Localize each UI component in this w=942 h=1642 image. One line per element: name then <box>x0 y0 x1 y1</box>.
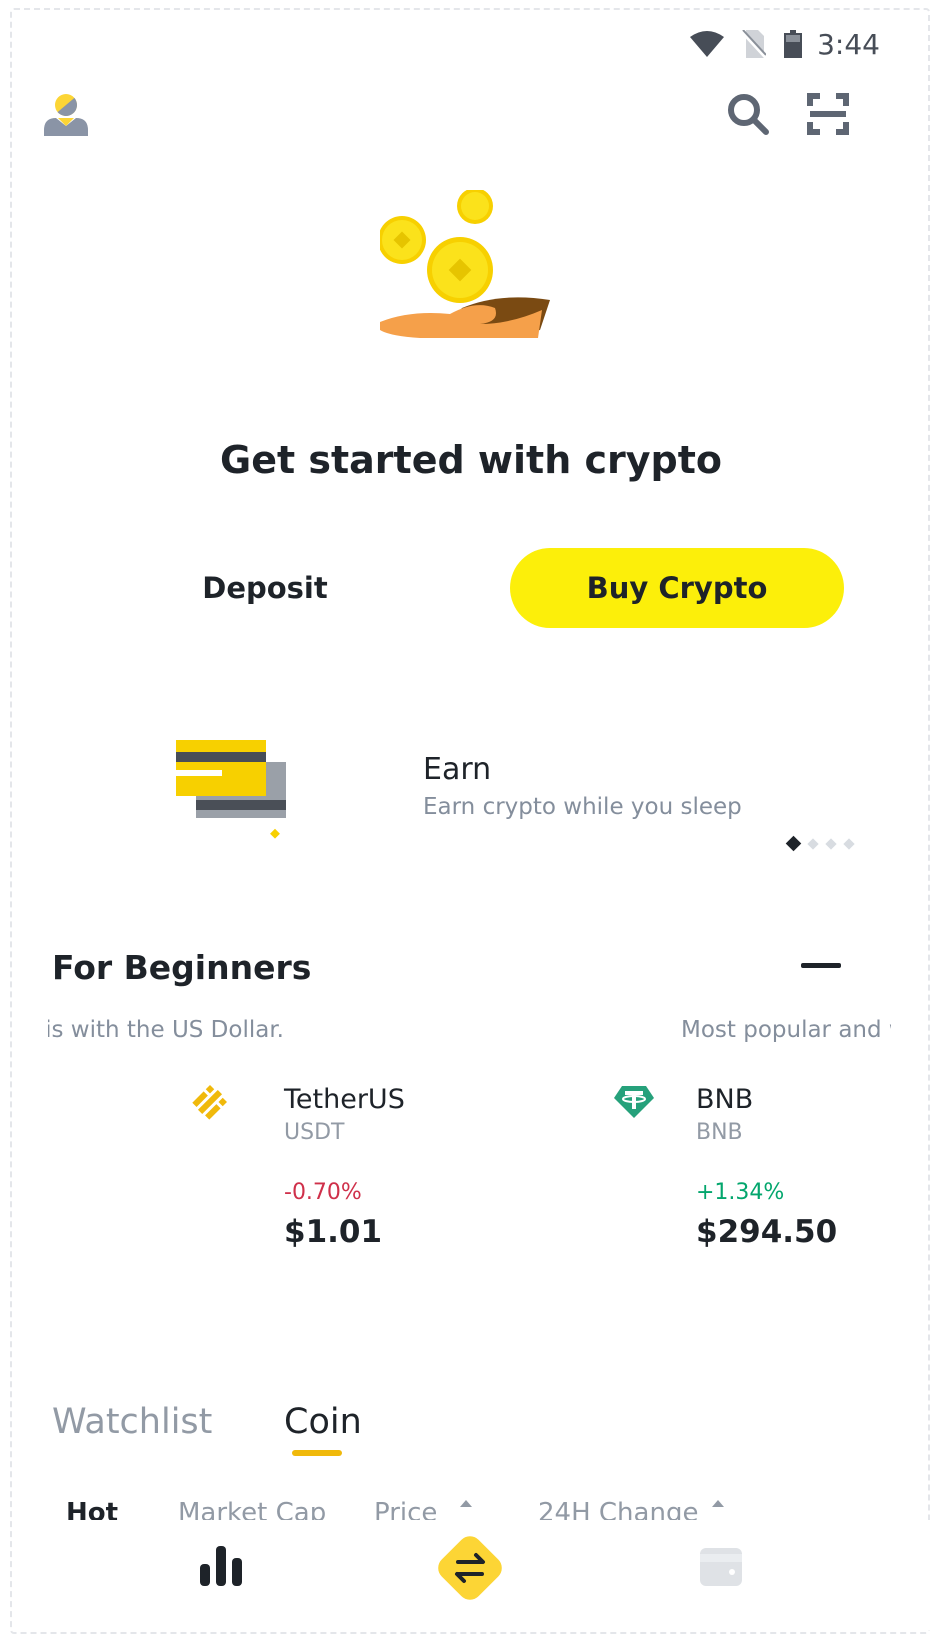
banner-pager <box>785 835 855 852</box>
coin-symbol: USDT <box>284 1120 345 1145</box>
status-time: 3:44 <box>817 28 880 61</box>
banner-title[interactable]: Earn <box>423 752 491 787</box>
no-sim-icon <box>742 30 766 58</box>
subtab-market-cap[interactable]: Market Cap <box>178 1498 326 1520</box>
hand-coins-illustration <box>380 190 550 338</box>
coin-name[interactable]: BNB <box>696 1084 753 1115</box>
section-title-beginners: For Beginners <box>52 948 312 987</box>
battery-icon <box>784 30 802 58</box>
coin-change: -0.70% <box>284 1180 362 1205</box>
sort-arrow-icon[interactable] <box>712 1500 724 1507</box>
bnb-logo-icon <box>192 1085 227 1120</box>
coin-description-left: sis with the US Dollar. <box>48 1017 284 1043</box>
search-icon[interactable] <box>726 92 770 136</box>
coin-change: +1.34% <box>696 1180 785 1205</box>
profile-avatar-icon[interactable] <box>44 92 88 136</box>
active-tab-indicator <box>292 1450 342 1456</box>
pager-dot <box>825 837 837 850</box>
page-title: Get started with crypto <box>220 438 722 482</box>
coin-price: $1.01 <box>284 1214 383 1250</box>
coin-symbol: BNB <box>696 1120 743 1145</box>
collapse-icon[interactable] <box>801 963 841 968</box>
subtab-24h-change[interactable]: 24H Change <box>538 1498 698 1520</box>
tab-coin[interactable]: Coin <box>284 1402 362 1442</box>
subtab-hot[interactable]: Hot <box>66 1498 118 1520</box>
trade-swap-icon[interactable] <box>432 1530 508 1606</box>
wallet-icon[interactable] <box>700 1548 742 1586</box>
subtab-price[interactable]: Price <box>374 1498 437 1520</box>
buy-crypto-button[interactable]: Buy Crypto <box>510 548 844 628</box>
earn-card-illustration[interactable] <box>176 740 291 840</box>
wifi-icon <box>690 31 724 57</box>
sort-arrow-icon[interactable] <box>460 1500 472 1507</box>
status-icons <box>690 30 802 58</box>
scan-qr-icon[interactable] <box>806 92 850 136</box>
pager-dot <box>807 837 819 850</box>
deposit-button[interactable]: Deposit <box>140 548 390 628</box>
pager-dot-active <box>785 835 802 852</box>
sort-subtabs: Hot Market Cap Price 24H Change <box>0 1498 942 1520</box>
pager-dot <box>843 837 855 850</box>
tab-watchlist[interactable]: Watchlist <box>52 1402 212 1442</box>
banner-subtitle: Earn crypto while you sleep <box>423 794 742 820</box>
tether-logo-icon <box>614 1086 654 1118</box>
coin-price: $294.50 <box>696 1214 838 1250</box>
coin-description-right: Most popular and w <box>681 1017 891 1043</box>
coin-name[interactable]: TetherUS <box>284 1084 405 1115</box>
bar-chart-icon[interactable] <box>200 1546 242 1586</box>
